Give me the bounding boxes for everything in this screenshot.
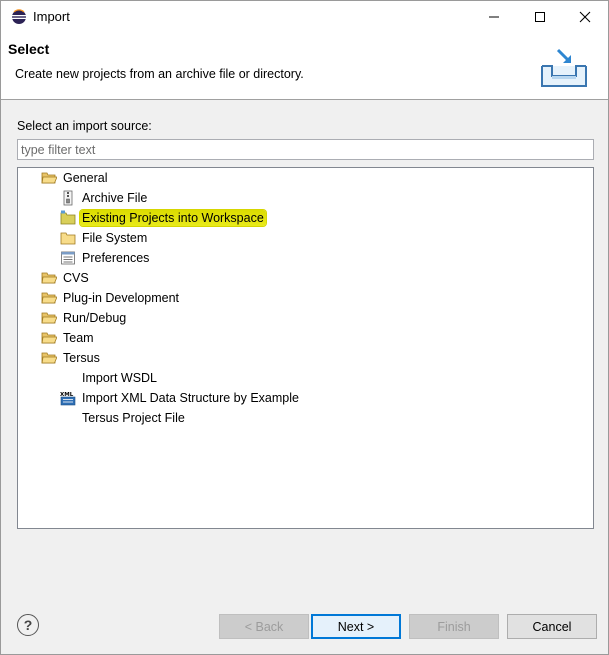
tree-item-label: Team	[63, 331, 94, 345]
tree-item-label: Import WSDL	[82, 371, 158, 385]
tree-item-archive-file[interactable]: Archive File	[60, 188, 149, 208]
page-description: Create new projects from an archive file…	[15, 67, 304, 81]
tree-item-run-debug[interactable]: Run/Debug	[41, 308, 128, 328]
tree-item-label: Tersus Project File	[82, 411, 185, 425]
tree-item-label: Preferences	[82, 251, 150, 265]
filter-input[interactable]	[17, 139, 594, 160]
tree-item-cvs[interactable]: CVS	[41, 268, 91, 288]
minimize-icon	[489, 16, 499, 17]
tree-item-tersus[interactable]: Tersus	[41, 348, 102, 368]
import-source-label: Select an import source:	[17, 119, 152, 133]
import-source-tree[interactable]: General Archive File Existing Projects i…	[17, 167, 594, 529]
tree-item-general[interactable]: General	[41, 168, 109, 188]
tree-item-plugin-development[interactable]: Plug-in Development	[41, 288, 181, 308]
page-title: Select	[8, 41, 50, 57]
blank-icon	[60, 370, 76, 386]
project-folder-icon	[60, 210, 76, 225]
tree-item-label: CVS	[63, 271, 89, 285]
folder-closed-icon	[41, 312, 57, 324]
wizard-header: Select Create new projects from an archi…	[1, 32, 608, 100]
xml-icon: XML	[60, 392, 76, 406]
import-dialog: Import Select Create new projects from a…	[0, 0, 609, 655]
folder-closed-icon	[41, 292, 57, 304]
back-button[interactable]: < Back	[219, 614, 309, 639]
tree-item-existing-projects[interactable]: Existing Projects into Workspace	[60, 208, 266, 228]
folder-closed-icon	[41, 332, 57, 344]
maximize-icon	[535, 11, 545, 22]
cancel-button[interactable]: Cancel	[507, 614, 597, 639]
blank-icon	[60, 410, 76, 426]
button-bar: ? < Back Next > Finish Cancel	[1, 599, 608, 654]
window-title: Import	[33, 9, 70, 24]
tree-item-label: Import XML Data Structure by Example	[82, 391, 299, 405]
maximize-button[interactable]	[517, 1, 563, 32]
folder-icon	[60, 232, 76, 245]
close-icon	[579, 11, 591, 22]
folder-closed-icon	[41, 272, 57, 284]
preferences-icon	[61, 251, 75, 265]
eclipse-icon	[12, 9, 26, 24]
tree-item-team[interactable]: Team	[41, 328, 96, 348]
tree-item-label: General	[63, 171, 108, 185]
tree-item-file-system[interactable]: File System	[60, 228, 149, 248]
minimize-button[interactable]	[471, 1, 517, 32]
next-button[interactable]: Next >	[311, 614, 401, 639]
tree-item-preferences[interactable]: Preferences	[60, 248, 151, 268]
archive-file-icon	[63, 190, 73, 206]
tree-item-import-wsdl[interactable]: Import WSDL	[60, 368, 159, 388]
tree-item-label: Run/Debug	[63, 311, 127, 325]
import-wizard-icon	[541, 48, 587, 87]
tree-item-label: Archive File	[82, 191, 148, 205]
tree-item-label: Tersus	[63, 351, 100, 365]
tree-item-label: Plug-in Development	[63, 291, 180, 305]
folder-open-icon	[41, 352, 57, 364]
title-bar: Import	[1, 1, 608, 32]
close-button[interactable]	[562, 1, 608, 32]
tree-item-label: File System	[82, 231, 148, 245]
tree-item-label: Existing Projects into Workspace	[80, 210, 266, 226]
tree-item-tersus-project-file[interactable]: Tersus Project File	[60, 408, 187, 428]
help-button[interactable]: ?	[17, 614, 39, 636]
finish-button[interactable]: Finish	[409, 614, 499, 639]
folder-open-icon	[41, 172, 57, 184]
tree-item-import-xml[interactable]: XML Import XML Data Structure by Example	[60, 388, 301, 408]
